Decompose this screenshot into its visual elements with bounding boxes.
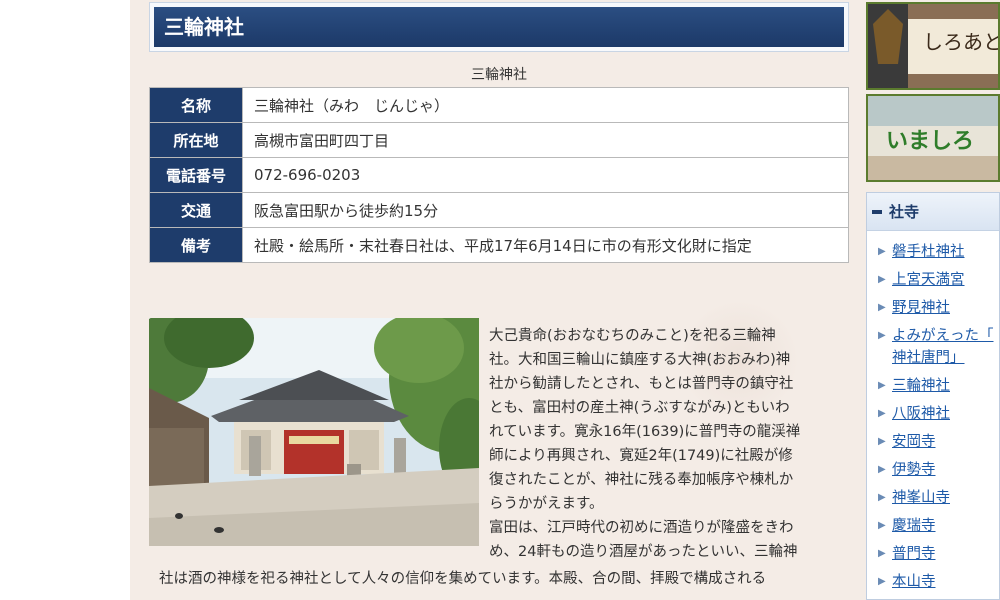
sidebar-link[interactable]: よみがえった「 <box>892 328 994 344</box>
sidebar-link[interactable]: 神峯山寺 <box>892 490 950 506</box>
table-row: 電話番号 072-696-0203 <box>149 157 849 193</box>
article-line: れています。寛永16年(1639)に普門寺の龍渓禅 <box>489 424 801 440</box>
list-item[interactable]: ▶ 本山寺 <box>867 571 999 593</box>
article-line: らうかがえます。 <box>489 496 604 512</box>
list-item[interactable]: ▶ 安岡寺 <box>867 431 999 453</box>
table-row: 名称 三輪神社（みわ じんじゃ） <box>149 87 849 123</box>
page-title-bar: 三輪神社 <box>149 2 849 52</box>
sidebar-link[interactable]: 上宮天満宮 <box>892 272 965 288</box>
main-content: 三輪神社 三輪神社 名称 三輪神社（みわ じんじゃ） 所在地 高槻市富田町四丁目… <box>149 0 849 600</box>
sidebar-section-header: 社寺 <box>867 193 999 231</box>
banner-text: いましろ <box>886 129 974 154</box>
info-table: 名称 三輪神社（みわ じんじゃ） 所在地 高槻市富田町四丁目 電話番号 072-… <box>149 87 849 263</box>
row-value-phone: 072-696-0203 <box>242 157 849 193</box>
arrow-right-icon: ▶ <box>878 274 886 285</box>
shrine-photo <box>149 318 479 546</box>
sidebar-link[interactable]: 安岡寺 <box>892 434 936 450</box>
row-label-name: 名称 <box>149 87 243 123</box>
sidebar-link[interactable]: 伊勢寺 <box>892 462 936 478</box>
arrow-right-icon: ▶ <box>878 380 886 391</box>
sidebar-link[interactable]: 本山寺 <box>892 574 936 590</box>
arrow-right-icon: ▶ <box>878 436 886 447</box>
list-item[interactable]: ▶ 慶瑞寺 <box>867 515 999 537</box>
page-title: 三輪神社 <box>154 7 844 47</box>
arrow-right-icon: ▶ <box>878 408 886 419</box>
arrow-right-icon: ▶ <box>878 548 886 559</box>
article-line: 復されたことが、神社に残る奉加帳序や棟札か <box>489 472 794 488</box>
row-label-address: 所在地 <box>149 122 243 158</box>
table-row: 所在地 高槻市富田町四丁目 <box>149 122 849 158</box>
list-item[interactable]: ▶ 野見神社 <box>867 297 999 319</box>
table-row: 交通 阪急富田駅から徒歩約15分 <box>149 192 849 228</box>
article-line: 社から勧請したとされ、もとは普門寺の鎮守社 <box>489 376 794 392</box>
row-value-name: 三輪神社（みわ じんじゃ） <box>242 87 849 123</box>
list-item[interactable]: ▶ 八阪神社 <box>867 403 999 425</box>
section-marker-icon <box>872 210 882 214</box>
sidebar-list: ▶ 磐手杜神社 ▶ 上宮天満宮 ▶ 野見神社 ▶ よみがえった「 神社唐門」 ▶ 三輪神社 … <box>867 231 999 593</box>
arrow-right-icon: ▶ <box>878 330 886 341</box>
row-value-address: 高槻市富田町四丁目 <box>242 122 849 158</box>
banner-text: しろあと歴史館 <box>923 30 998 54</box>
article-line: 社。大和国三輪山に鎮座する大神(おおみわ)神 <box>489 352 791 368</box>
row-value-access: 阪急富田駅から徒歩約15分 <box>242 192 849 228</box>
article-text-wide: 社は酒の神様を祀る神社として人々の信仰を集めています。本殿、合の間、拝殿で構成さ… <box>159 571 767 587</box>
list-item[interactable]: ▶ よみがえった「 神社唐門」 <box>867 325 999 369</box>
article-line: 師により再興され、寛延2年(1749)に社殿が修 <box>489 448 793 464</box>
arrow-right-icon: ▶ <box>878 576 886 587</box>
sidebar-link[interactable]: 慶瑞寺 <box>892 518 936 534</box>
sidebar-link-line2[interactable]: 神社唐門」 <box>892 350 965 366</box>
sidebar-link[interactable]: 野見神社 <box>892 300 950 316</box>
sidebar-link[interactable]: 磐手杜神社 <box>892 244 965 260</box>
table-row: 備考 社殿・絵馬所・末社春日社は、平成17年6月14日に市の有形文化財に指定 <box>149 227 849 263</box>
table-caption: 三輪神社 <box>471 67 527 83</box>
arrow-right-icon: ▶ <box>878 492 886 503</box>
arrow-right-icon: ▶ <box>878 302 886 313</box>
list-item[interactable]: ▶ 三輪神社 <box>867 375 999 397</box>
banner-imashiro[interactable]: いましろ <box>866 94 1000 182</box>
arrow-right-icon: ▶ <box>878 246 886 257</box>
sidebar-shrines-temples: 社寺 ▶ 磐手杜神社 ▶ 上宮天満宮 ▶ 野見神社 ▶ よみがえった「 神社唐門」 ▶ 三輪… <box>866 192 1000 600</box>
article-text: 大己貴命(おおなむちのみこと)を祀る三輪神 社。大和国三輪山に鎮座する大神(おお… <box>489 324 839 564</box>
list-item[interactable]: ▶ 上宮天満宮 <box>867 269 999 291</box>
arrow-right-icon: ▶ <box>878 464 886 475</box>
row-label-access: 交通 <box>149 192 243 228</box>
list-item[interactable]: ▶ 神峯山寺 <box>867 487 999 509</box>
sidebar-link[interactable]: 普門寺 <box>892 546 936 562</box>
banner-history-museum[interactable]: しろあと歴史館 <box>866 2 1000 90</box>
sidebar: しろあと歴史館 いましろ 社寺 ▶ 磐手杜神社 ▶ 上宮天満宮 ▶ 野見神社 ▶ よみが… <box>866 0 1000 600</box>
sidebar-link[interactable]: 三輪神社 <box>892 378 950 394</box>
article-line: め、24軒もの造り酒屋があったといい、三輪神 <box>489 544 798 560</box>
article-line: 大己貴命(おおなむちのみこと)を祀る三輪神 <box>489 328 776 344</box>
row-label-phone: 電話番号 <box>149 157 243 193</box>
list-item[interactable]: ▶ 伊勢寺 <box>867 459 999 481</box>
list-item[interactable]: ▶ 普門寺 <box>867 543 999 565</box>
row-value-notes: 社殿・絵馬所・末社春日社は、平成17年6月14日に市の有形文化財に指定 <box>242 227 849 263</box>
sidebar-section-title: 社寺 <box>889 203 920 221</box>
row-label-notes: 備考 <box>149 227 243 263</box>
arrow-right-icon: ▶ <box>878 520 886 531</box>
list-item[interactable]: ▶ 磐手杜神社 <box>867 241 999 263</box>
article-line: 富田は、江戸時代の初めに酒造りが隆盛をきわ <box>489 520 794 536</box>
article-line: とも、富田村の産土神(うぶすながみ)ともいわ <box>489 400 790 416</box>
sidebar-link[interactable]: 八阪神社 <box>892 406 950 422</box>
